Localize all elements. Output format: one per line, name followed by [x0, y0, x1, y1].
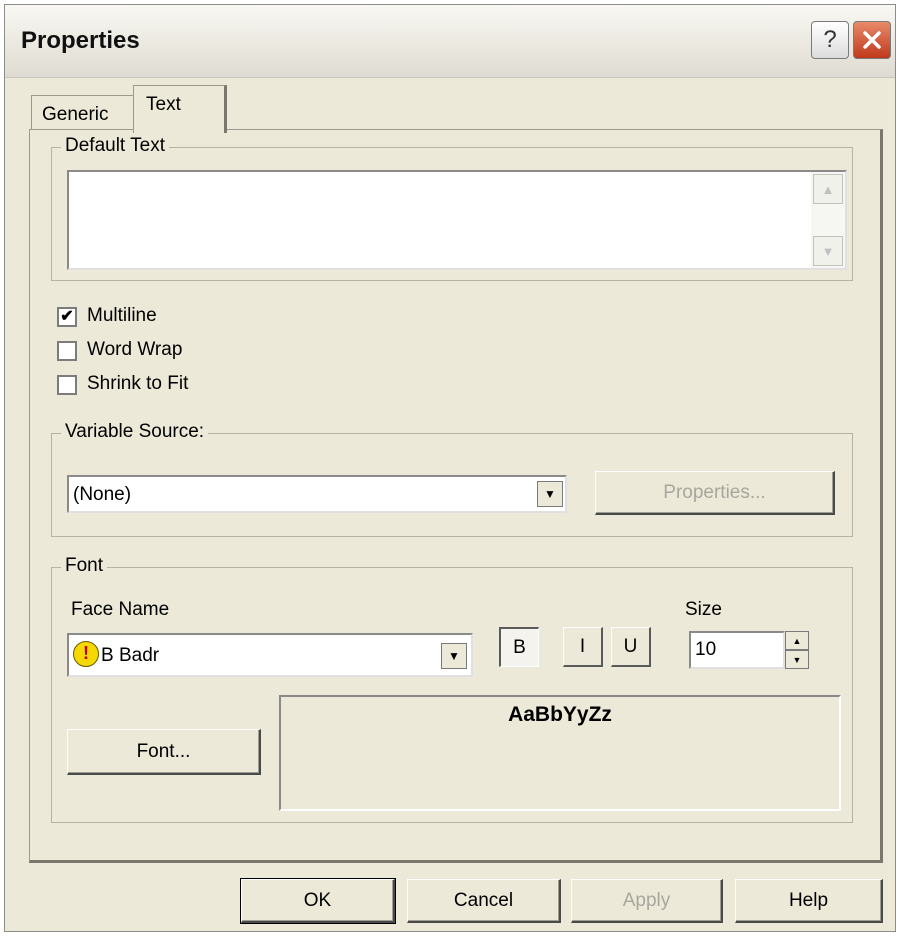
title-bar[interactable]: Properties ?	[5, 5, 895, 78]
scroll-down-icon[interactable]: ▼	[813, 236, 843, 266]
ok-button[interactable]: OK	[240, 878, 396, 924]
close-icon	[863, 31, 881, 49]
cancel-button[interactable]: Cancel	[407, 879, 561, 923]
variable-properties-button[interactable]: Properties...	[595, 471, 835, 515]
multiline-checkbox[interactable]: ✔	[57, 307, 77, 327]
face-name-label: Face Name	[71, 599, 170, 620]
tab-text[interactable]: Text	[133, 85, 227, 133]
variable-source-value: (None)	[73, 484, 132, 505]
multiline-label: Multiline	[87, 305, 157, 326]
help-title-button[interactable]: ?	[811, 21, 849, 59]
size-down-icon[interactable]: ▼	[785, 650, 809, 669]
default-text-label: Default Text	[61, 135, 169, 157]
variable-source-label: Variable Source:	[61, 421, 209, 443]
warning-icon-glyph: !	[83, 643, 89, 663]
size-value: 10	[695, 639, 717, 660]
font-group-label: Font	[61, 555, 108, 577]
underline-toggle[interactable]: U	[611, 627, 651, 667]
window-title: Properties	[21, 27, 140, 54]
font-preview-text: AaBbYyZz	[508, 703, 612, 726]
apply-button[interactable]: Apply	[571, 879, 723, 923]
variable-source-select[interactable]: (None) ▼	[67, 475, 567, 513]
properties-dialog: Properties ? Generic Text Default Text ▲…	[4, 4, 896, 932]
warning-icon: !	[73, 641, 99, 667]
chevron-down-icon[interactable]: ▼	[537, 481, 563, 507]
size-label: Size	[685, 599, 722, 620]
face-name-select[interactable]: ! B Badr ▼	[67, 633, 473, 677]
tab-generic[interactable]: Generic	[31, 95, 135, 131]
tab-generic-label: Generic	[42, 104, 109, 125]
close-button[interactable]	[853, 21, 891, 59]
scroll-up-icon[interactable]: ▲	[813, 174, 843, 204]
question-mark-icon: ?	[823, 26, 837, 53]
shrink-to-fit-checkbox[interactable]	[57, 375, 77, 395]
word-wrap-label: Word Wrap	[87, 339, 183, 360]
default-text-input[interactable]: ▲ ▼	[67, 170, 847, 270]
face-name-value: B Badr	[101, 645, 160, 666]
word-wrap-checkbox[interactable]	[57, 341, 77, 361]
shrink-to-fit-label: Shrink to Fit	[87, 373, 189, 394]
face-name-chevron-down-icon[interactable]: ▼	[441, 643, 467, 669]
font-preview: AaBbYyZz	[279, 695, 841, 811]
help-button[interactable]: Help	[735, 879, 883, 923]
vertical-scrollbar[interactable]: ▲ ▼	[811, 172, 845, 268]
font-button[interactable]: Font...	[67, 729, 261, 775]
tab-text-label: Text	[146, 94, 181, 115]
size-up-icon[interactable]: ▲	[785, 631, 809, 650]
bold-toggle[interactable]: B	[499, 627, 539, 667]
size-input[interactable]: 10	[689, 631, 785, 669]
italic-toggle[interactable]: I	[563, 627, 603, 667]
